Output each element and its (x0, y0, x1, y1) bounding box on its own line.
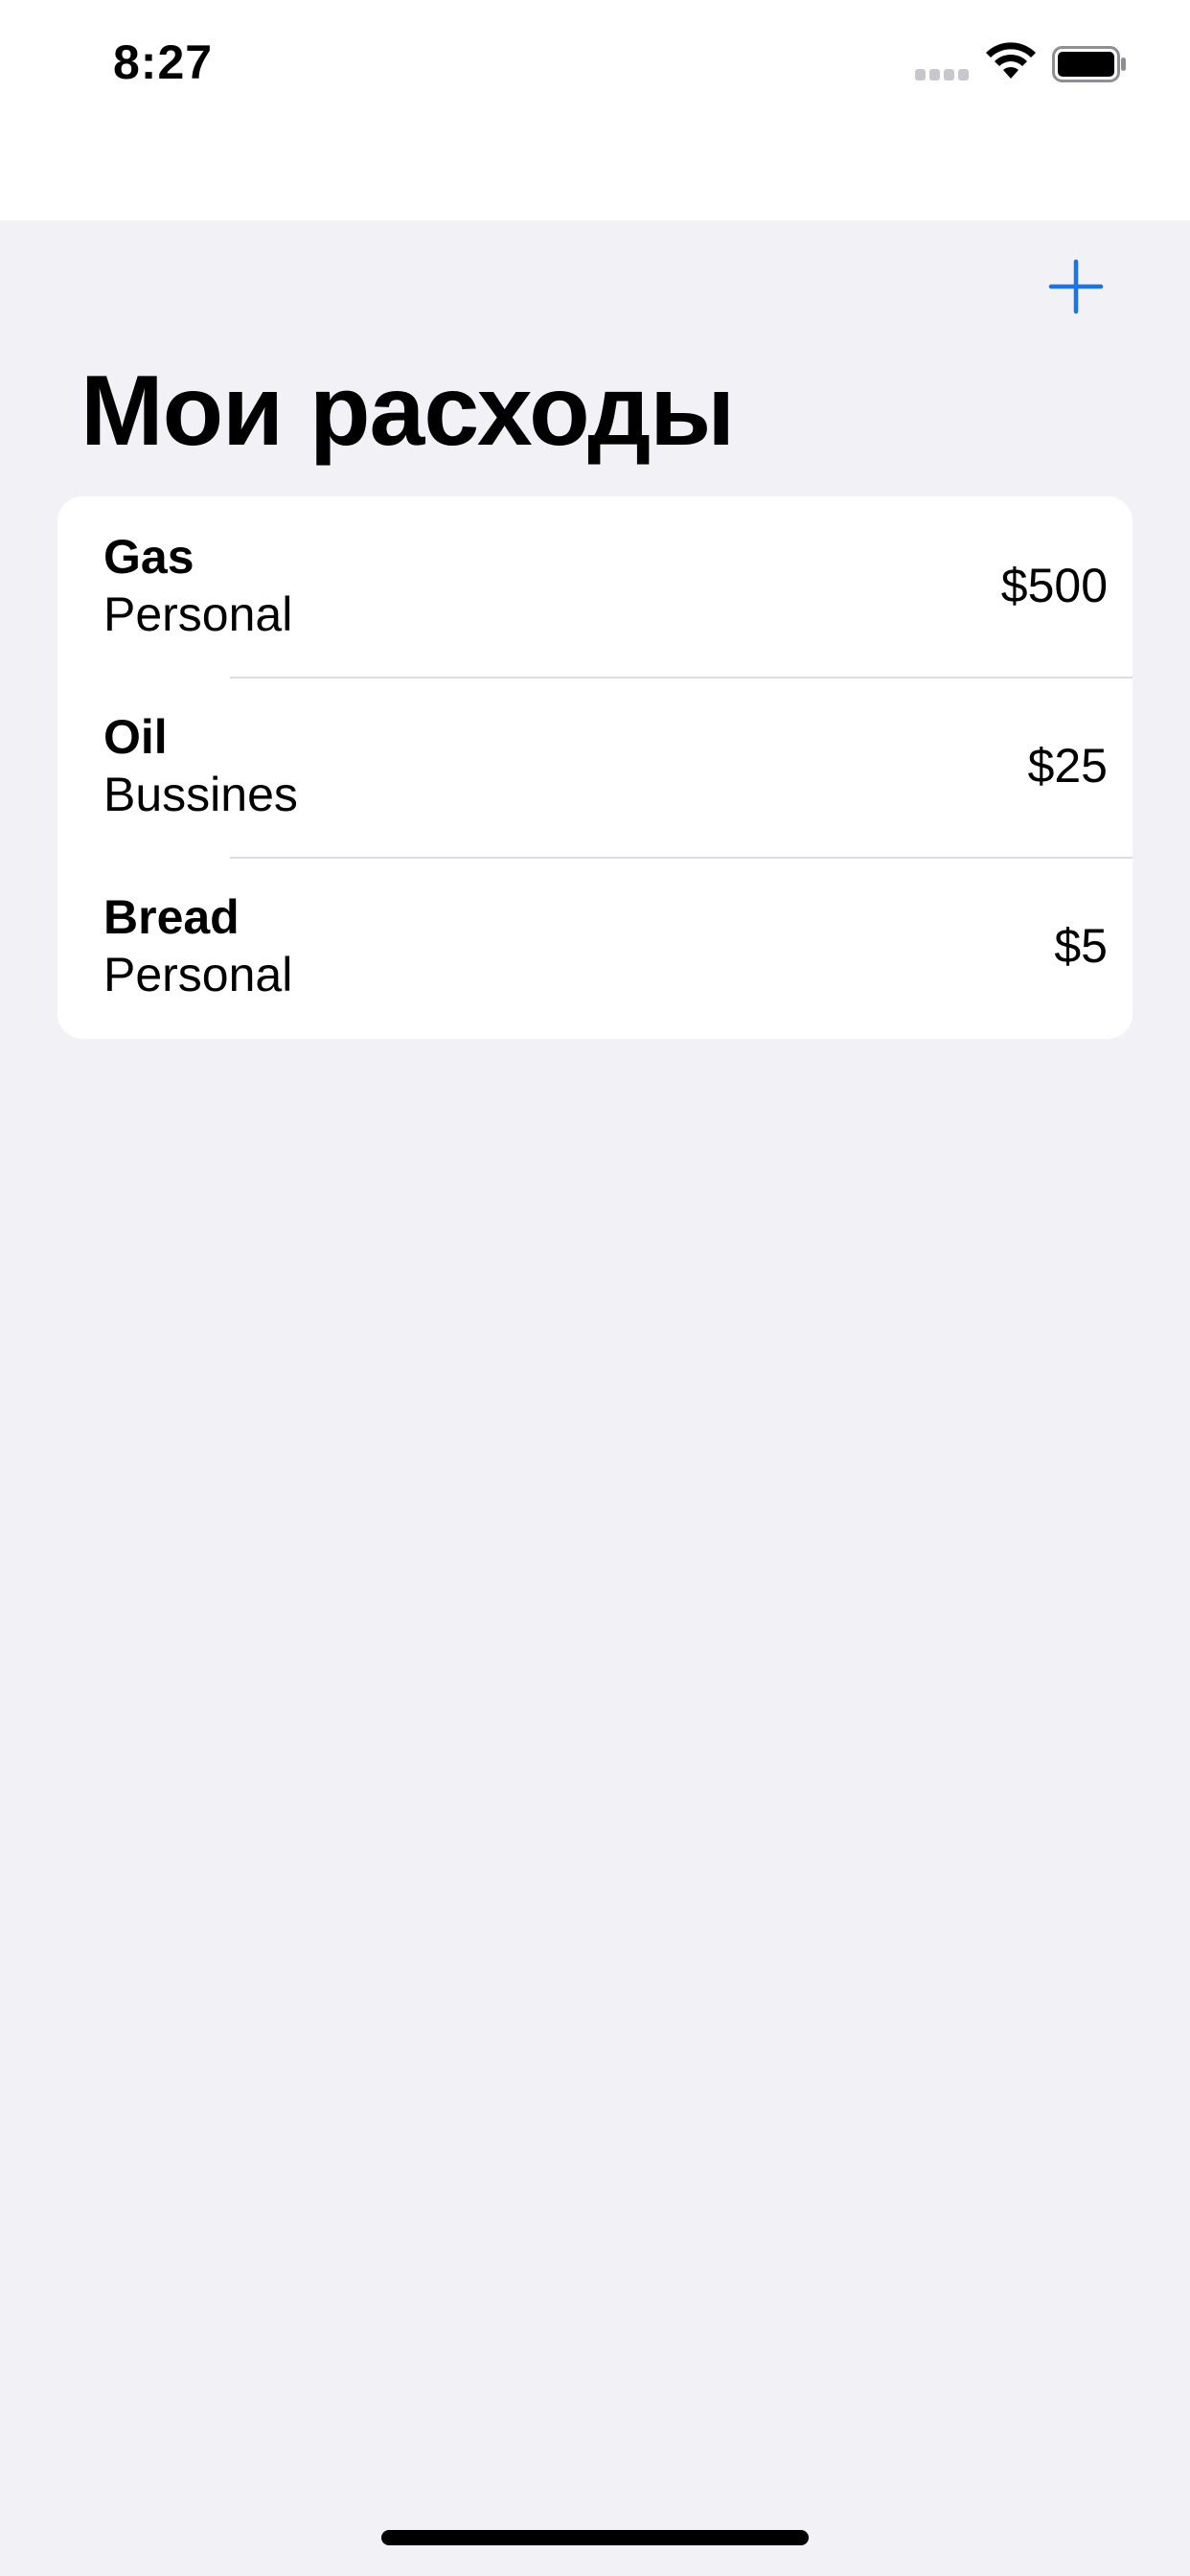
expense-amount: $5 (1054, 919, 1108, 973)
home-indicator[interactable] (381, 2530, 809, 2545)
expense-name: Oil (103, 710, 168, 764)
status-time: 8:27 (113, 35, 214, 89)
battery-icon (1052, 46, 1126, 82)
expense-type: Personal (103, 587, 293, 641)
expense-type: Bussines (103, 768, 298, 821)
list-item[interactable]: Bread Personal $5 (57, 857, 1133, 1037)
wifi-icon (986, 42, 1036, 79)
expense-amount: $25 (1027, 739, 1108, 793)
expense-type: Personal (103, 948, 293, 1001)
list-item[interactable]: Oil Bussines $25 (57, 677, 1133, 857)
status-bar: 8:27 (0, 0, 1190, 220)
list-item[interactable]: Gas Personal $500 (57, 496, 1133, 677)
expense-list: Gas Personal $500 Oil Bussines $25 Bread… (57, 496, 1133, 1039)
cellular-signal-icon (915, 69, 971, 82)
expense-amount: $500 (1000, 559, 1108, 612)
plus-icon (1048, 259, 1104, 314)
add-expense-button[interactable] (1041, 251, 1111, 322)
page-title: Мои расходы (80, 356, 735, 467)
expense-name: Bread (103, 890, 240, 944)
expense-name: Gas (103, 530, 195, 584)
